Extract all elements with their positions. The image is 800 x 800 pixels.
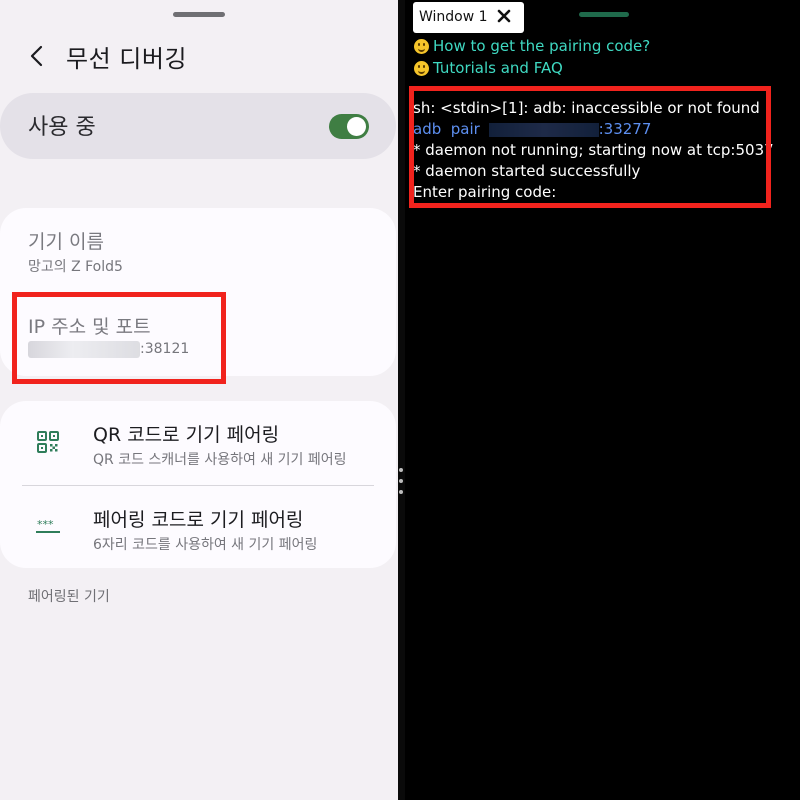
device-name-label: 기기 이름: [28, 231, 104, 253]
link-label: Tutorials and FAQ: [433, 59, 563, 77]
link-tutorials-faq[interactable]: Tutorials and FAQ: [414, 59, 563, 77]
back-arrow-icon[interactable]: [28, 44, 48, 68]
divider: [22, 485, 374, 486]
split-divider[interactable]: [398, 0, 405, 800]
tab-label: Window 1: [419, 9, 488, 25]
pair-code-subtitle: 6자리 코드를 사용하여 새 기기 페어링: [93, 537, 318, 553]
settings-pane: 무선 디버깅 사용 중 기기 이름 망고의 Z Fold5 IP 주소 및 포트…: [0, 0, 398, 800]
svg-text:***: ***: [37, 518, 54, 531]
smiley-icon: [414, 60, 429, 76]
qr-code-icon: [37, 431, 59, 453]
highlight-box-terminal: [409, 86, 771, 208]
pairing-code-icon: ***: [36, 518, 60, 533]
split-handle-dot: [399, 468, 403, 472]
close-icon[interactable]: [496, 8, 512, 24]
pair-qr-subtitle: QR 코드 스캐너를 사용하여 새 기기 페어링: [93, 452, 347, 468]
smiley-icon: [414, 38, 429, 54]
link-label: How to get the pairing code?: [433, 37, 651, 55]
split-handle-dot: [399, 490, 403, 494]
device-name-value: 망고의 Z Fold5: [28, 259, 123, 275]
link-pairing-code-help[interactable]: How to get the pairing code?: [414, 37, 650, 55]
toggle-knob: [347, 117, 366, 136]
paired-devices-header: 페어링된 기기: [28, 589, 110, 605]
tab-window-1[interactable]: Window 1: [413, 2, 524, 33]
page-title: 무선 디버깅: [66, 45, 188, 73]
highlight-box-ip: [12, 292, 226, 384]
pair-code-title[interactable]: 페어링 코드로 기기 페어링: [93, 505, 303, 532]
drag-handle[interactable]: [173, 12, 225, 17]
pair-qr-title[interactable]: QR 코드로 기기 페어링: [93, 420, 279, 447]
drag-handle[interactable]: [579, 12, 629, 17]
split-handle-dot: [399, 479, 403, 483]
use-label: 사용 중: [28, 115, 96, 140]
wireless-debugging-toggle[interactable]: [329, 114, 369, 139]
